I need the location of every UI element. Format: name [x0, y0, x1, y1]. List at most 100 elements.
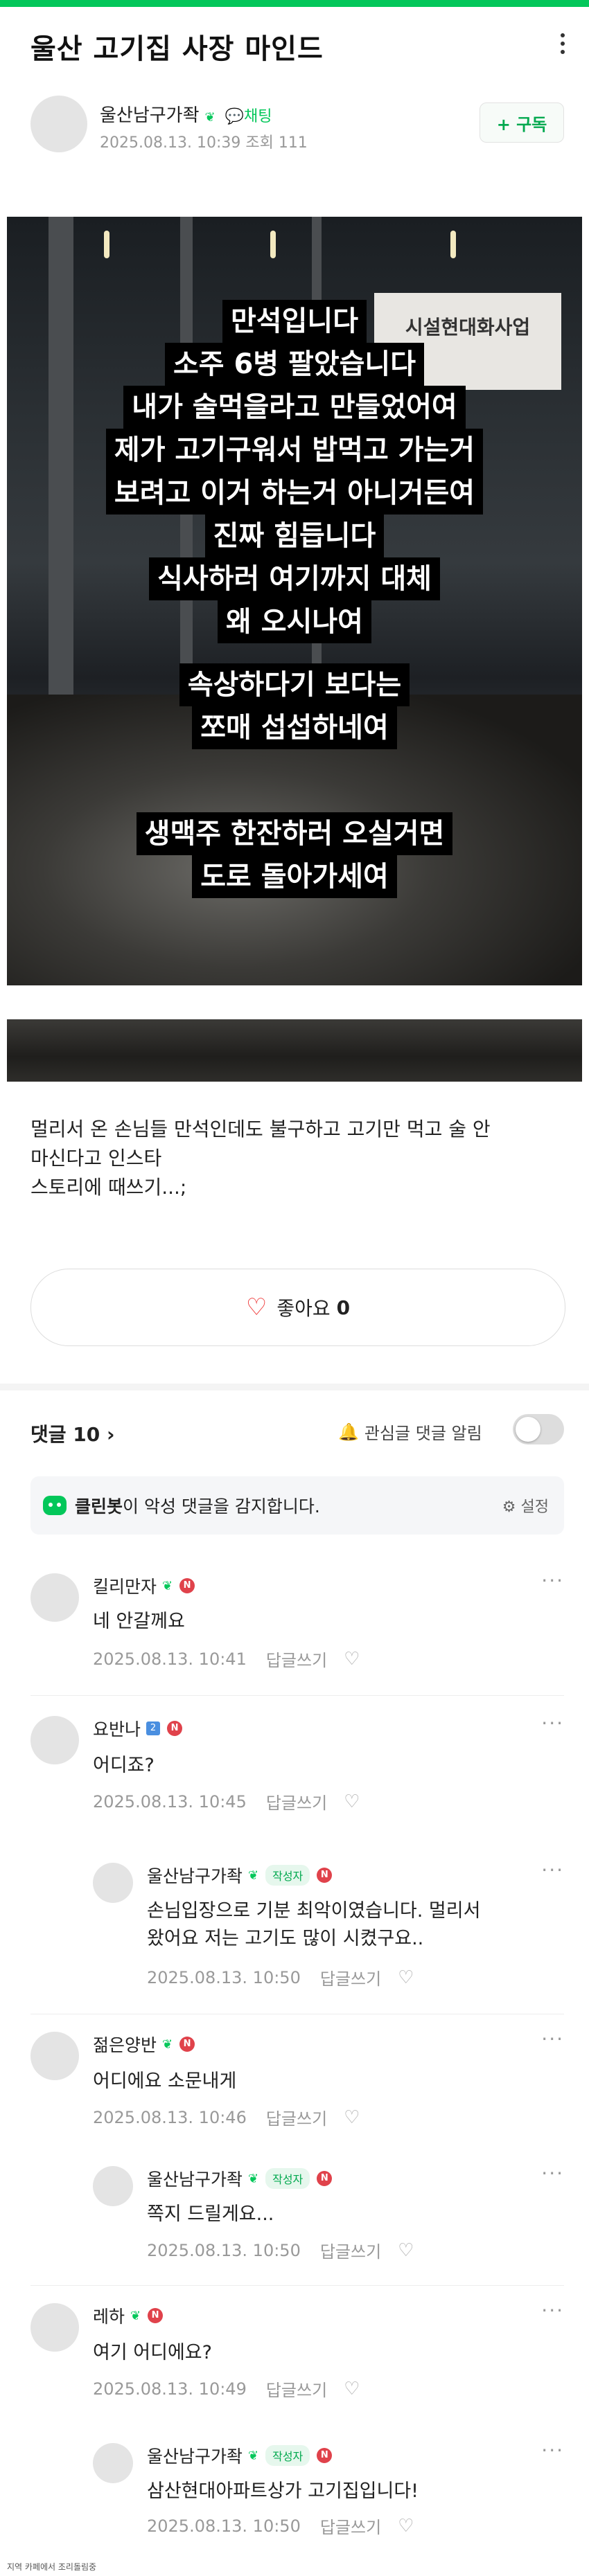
heart-icon: ♡ — [245, 1294, 267, 1321]
leaf-icon: ❦ — [130, 2308, 141, 2323]
settings-label: 설정 — [520, 1499, 549, 1516]
commenter-name[interactable]: 요반나 2 N — [93, 1716, 183, 1741]
comment-divider — [30, 2285, 564, 2286]
comment-like-icon[interactable]: ♡ — [344, 2107, 360, 2128]
more-menu-icon[interactable] — [560, 33, 565, 54]
like-label: 좋아요 — [276, 1297, 331, 1320]
comments-count-link[interactable]: 댓글 10 › — [30, 1420, 115, 1447]
commenter-avatar[interactable] — [93, 1863, 133, 1903]
comment-more-icon[interactable]: ··· — [541, 1712, 564, 1735]
name-text: 울산남구가좍 — [147, 1866, 243, 1886]
commenter-avatar[interactable] — [30, 1716, 79, 1764]
comment-like-icon[interactable]: ♡ — [344, 2379, 360, 2399]
comment-text-line: 왔어요 저는 고기도 많이 시켰구요.. — [147, 1928, 424, 1949]
comment-text-line: 손님입장으로 기분 최악이였습니다. 멀리서 — [147, 1900, 481, 1922]
caption-line: 보려고 이거 하는거 아니거든여 — [105, 472, 484, 515]
commenter-avatar[interactable] — [93, 2166, 133, 2206]
caption-block-2: 속상하다기 보다는 쪼매 섭섭하네여 — [7, 663, 582, 749]
name-text: 킬리만자 — [93, 1577, 157, 1597]
commenter-name[interactable]: 레하 ❦ N — [93, 2303, 164, 2328]
comment-like-icon[interactable]: ♡ — [344, 1649, 360, 1670]
comment-more-icon[interactable]: ··· — [541, 2162, 564, 2185]
commenter-avatar[interactable] — [30, 2303, 79, 2352]
caption-line: 식사하러 여기까지 대체 — [149, 557, 440, 600]
comments-count-label: 댓글 10 — [30, 1423, 100, 1446]
caption-line: 소주 6병 팔았습니다 — [164, 343, 425, 386]
photo-light — [270, 231, 276, 258]
comment-meta: 2025.08.13. 10:50 답글쓰기 ♡ — [147, 2514, 414, 2538]
comment-like-icon[interactable]: ♡ — [344, 1791, 360, 1812]
comment-more-icon[interactable]: ··· — [541, 2439, 564, 2462]
subscribe-button[interactable]: + 구독 — [480, 102, 564, 143]
commenter-name[interactable]: 울산남구가좍 ❦ 작성자 N — [147, 1863, 333, 1888]
commenter-avatar[interactable] — [93, 2443, 133, 2483]
post-photo-2[interactable] — [7, 1019, 582, 1082]
comment-meta: 2025.08.13. 10:49 답글쓰기 ♡ — [93, 2377, 360, 2401]
post-photo[interactable]: 시설현대화사업 만석입니다 소주 6병 팔았습니다 내가 술먹을라고 만들었어여… — [7, 217, 582, 985]
photo-light — [450, 231, 456, 258]
reply-button[interactable]: 답글쓰기 — [320, 2514, 381, 2538]
comment-like-icon[interactable]: ♡ — [398, 2516, 414, 2537]
comment-text: 여기 어디에요? — [93, 2342, 212, 2363]
commenter-name[interactable]: 울산남구가좍 ❦ 작성자 N — [147, 2166, 333, 2191]
caption-line: 제가 고기구워서 밥먹고 가는거 — [105, 429, 484, 472]
comment-date: 2025.08.13. 10:49 — [93, 2379, 247, 2399]
reply-button[interactable]: 답글쓰기 — [266, 1647, 327, 1671]
caption-block-3: 생맥주 한잔하러 오실거면 도로 돌아가세여 — [7, 812, 582, 898]
commenter-name[interactable]: 울산남구가좍 ❦ 작성자 N — [147, 2443, 333, 2468]
comment-date: 2025.08.13. 10:46 — [93, 2107, 247, 2127]
commenter-name[interactable]: 젊은양반 ❦ N — [93, 2032, 195, 2057]
new-badge: N — [179, 2037, 195, 2052]
writer-badge: 작성자 — [265, 2168, 310, 2189]
new-badge: N — [317, 2448, 333, 2463]
post-body: 멀리서 온 손님들 만석인데도 불구하고 고기만 먹고 술 안 마신다고 인스타… — [30, 1115, 564, 1202]
caption-line: 진짜 힘듭니다 — [204, 515, 385, 557]
author-name[interactable]: 울산남구가좍 — [100, 105, 200, 126]
commenter-avatar[interactable] — [30, 1573, 79, 1622]
comment-meta: 2025.08.13. 10:41 답글쓰기 ♡ — [93, 1647, 360, 1671]
comment-more-icon[interactable]: ··· — [541, 2299, 564, 2322]
reply-button[interactable]: 답글쓰기 — [266, 2105, 327, 2129]
like-button[interactable]: ♡ 좋아요 0 — [30, 1269, 565, 1346]
comment-date: 2025.08.13. 10:50 — [147, 2240, 301, 2260]
leaf-icon: ❦ — [248, 2448, 259, 2463]
name-text: 젊은양반 — [93, 2035, 157, 2055]
name-text: 레하 — [93, 2307, 125, 2327]
caption-line: 왜 오시나여 — [218, 600, 371, 643]
reply-button[interactable]: 답글쓰기 — [266, 2377, 327, 2401]
comment-meta: 2025.08.13. 10:46 답글쓰기 ♡ — [93, 2105, 360, 2129]
cleanbot-banner: 클린봇 이 악성 댓글을 감지합니다. ⚙ 설정 — [30, 1476, 564, 1535]
cleanbot-settings-button[interactable]: ⚙ 설정 — [502, 1494, 549, 1517]
comment-date: 2025.08.13. 10:41 — [93, 1649, 247, 1669]
comment-more-icon[interactable]: ··· — [541, 1569, 564, 1592]
comment-like-icon[interactable]: ♡ — [398, 2240, 414, 2261]
caption-line: 내가 술먹을라고 만들었어여 — [123, 386, 466, 429]
body-line: 멀리서 온 손님들 만석인데도 불구하고 고기만 먹고 술 안 — [30, 1118, 491, 1141]
alarm-label-text: 관심글 댓글 알림 — [364, 1424, 482, 1443]
leaf-icon: ❦ — [204, 110, 216, 125]
comment-text: 어디죠? — [93, 1755, 155, 1776]
cleanbot-icon — [43, 1496, 67, 1515]
reply-button[interactable]: 답글쓰기 — [266, 1789, 327, 1814]
cleanbot-name: 클린봇 — [75, 1496, 123, 1517]
author-avatar[interactable] — [30, 96, 87, 152]
chat-button[interactable]: 💬채팅 — [225, 108, 272, 125]
comment-text: 손님입장으로 기분 최악이였습니다. 멀리서왔어요 저는 고기도 많이 시켰구요… — [147, 1897, 480, 1953]
footer-caption: 지역 카페에서 조리돌림중 — [7, 2562, 97, 2572]
comment-text: 네 안갈께요 — [93, 1611, 185, 1632]
author-name-line[interactable]: 울산남구가좍 ❦ 💬채팅 — [100, 101, 272, 127]
commenter-name[interactable]: 킬리만자 ❦ N — [93, 1573, 195, 1598]
comment-more-icon[interactable]: ··· — [541, 1859, 564, 1881]
comment-alarm-toggle[interactable] — [513, 1414, 564, 1444]
comment-meta: 2025.08.13. 10:50 답글쓰기 ♡ — [147, 1965, 414, 1989]
commenter-avatar[interactable] — [30, 2032, 79, 2080]
new-badge: N — [317, 2171, 333, 2186]
caption-line: 생맥주 한잔하러 오실거면 — [136, 812, 453, 855]
leaf-icon: ❦ — [248, 1868, 259, 1883]
reply-button[interactable]: 답글쓰기 — [320, 2238, 381, 2262]
comment-like-icon[interactable]: ♡ — [398, 1967, 414, 1988]
comment-more-icon[interactable]: ··· — [541, 2028, 564, 2050]
writer-badge: 작성자 — [265, 1865, 310, 1886]
name-text: 요반나 — [93, 1719, 141, 1739]
reply-button[interactable]: 답글쓰기 — [320, 1965, 381, 1989]
